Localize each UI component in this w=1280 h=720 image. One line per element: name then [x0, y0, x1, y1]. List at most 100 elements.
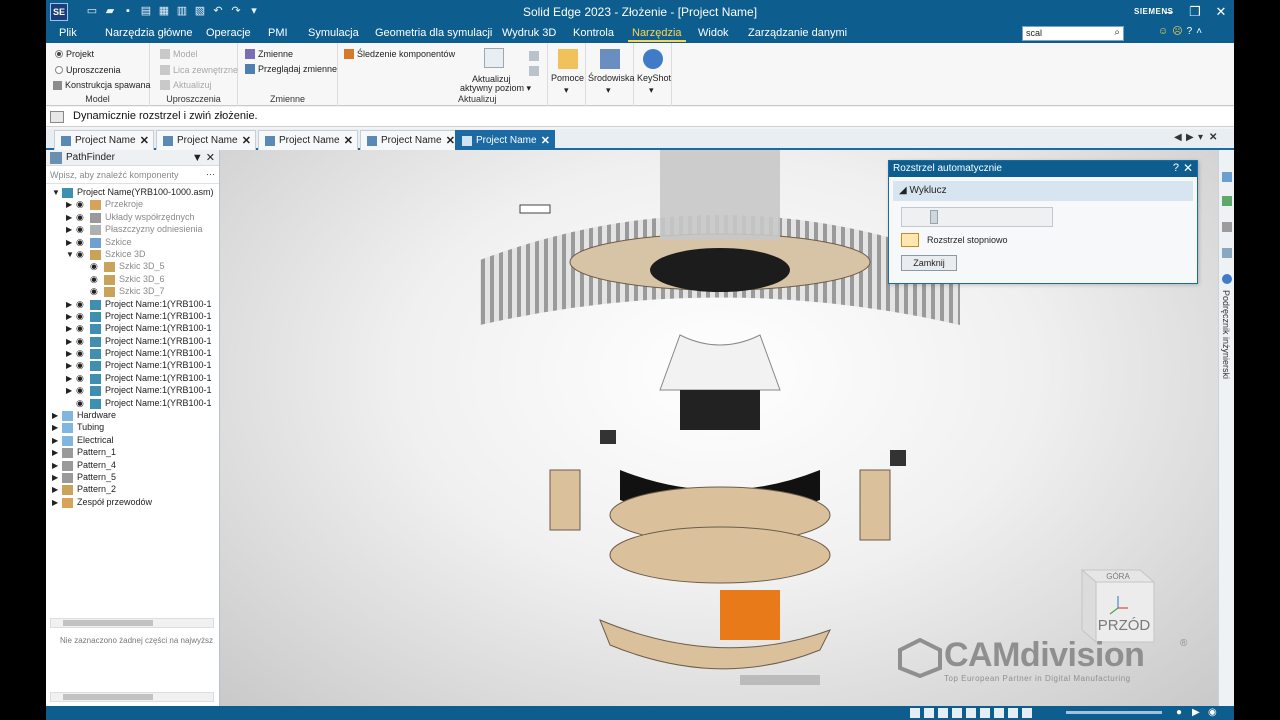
expand-node-icon[interactable]: ▶: [66, 213, 74, 222]
close-window-icon[interactable]: ✕: [1208, 2, 1234, 22]
frown-icon[interactable]: ☹: [1172, 26, 1182, 37]
tree-node[interactable]: ▶ ◉ Project Name:1(YRB100-1: [46, 348, 220, 360]
tree-node[interactable]: ◉ Project Name:1(YRB100-1: [46, 398, 220, 410]
tree-node[interactable]: ▶ Pattern_4: [46, 460, 220, 472]
collapse-node-icon[interactable]: ▼: [52, 188, 60, 197]
tab-zarzadzanie-danymi[interactable]: Zarządzanie danymi: [748, 27, 847, 39]
explode-slider[interactable]: [901, 207, 1053, 227]
stop-icon[interactable]: ◉: [1208, 707, 1217, 718]
visibility-eye-icon[interactable]: ◉: [76, 249, 84, 260]
command-search-input[interactable]: scal ⌕: [1022, 26, 1124, 41]
step-explode-icon[interactable]: [901, 233, 919, 247]
expand-node-icon[interactable]: ▶: [66, 300, 74, 309]
aktualizuj-simplify-button[interactable]: Aktualizuj: [160, 80, 212, 90]
tree-node[interactable]: ▶ ◉ Project Name:1(YRB100-1: [46, 385, 220, 397]
tree-node[interactable]: ▶ Hardware: [46, 410, 220, 422]
command-bar-icon[interactable]: [50, 111, 64, 123]
tree-node[interactable]: ▶ ◉ Szkice: [46, 237, 220, 249]
visibility-eye-icon[interactable]: ◉: [76, 373, 84, 384]
dock-tab-icon-5[interactable]: [1222, 274, 1232, 284]
expand-node-icon[interactable]: ▶: [52, 436, 60, 445]
tree-node[interactable]: ▶ Pattern_2: [46, 484, 220, 496]
tree-node[interactable]: ▶ ◉ Project Name:1(YRB100-1: [46, 336, 220, 348]
expand-node-icon[interactable]: ▶: [66, 225, 74, 234]
visibility-eye-icon[interactable]: ◉: [76, 336, 84, 347]
lica-zewnetrzne-button[interactable]: Lica zewnętrzne: [160, 65, 238, 75]
visibility-eye-icon[interactable]: ◉: [90, 286, 98, 297]
cube-top-label[interactable]: GÓRA: [1106, 572, 1130, 581]
slider-knob[interactable]: [930, 210, 938, 224]
close-tab-icon[interactable]: ✕: [541, 134, 550, 147]
tab-symulacja[interactable]: Symulacja: [308, 27, 359, 39]
podrecznik-inzynierski-tab[interactable]: Podręcznik inżynierski: [1221, 290, 1231, 379]
tree-horizontal-scrollbar[interactable]: [50, 618, 214, 628]
sledzenie-komponentow-button[interactable]: Śledzenie komponentów: [344, 49, 455, 59]
tab-narzedzia[interactable]: Narzędzia: [628, 27, 686, 42]
small-tool-icon-1[interactable]: [529, 51, 539, 61]
update-active-level-icon[interactable]: [484, 48, 504, 68]
scroll-thumb[interactable]: [63, 620, 153, 626]
scroll-thumb[interactable]: [63, 694, 153, 700]
tree-node[interactable]: ▶ ◉ Przekroje: [46, 199, 220, 211]
collapse-ribbon-icon[interactable]: ˄: [1196, 26, 1202, 37]
wyklucz-section[interactable]: ◢ Wyklucz: [893, 181, 1193, 201]
expand-node-icon[interactable]: ▶: [52, 485, 60, 494]
pomoce-button[interactable]: Pomoce: [551, 73, 584, 83]
visibility-eye-icon[interactable]: ◉: [76, 224, 84, 235]
dock-tab-icon-4[interactable]: [1222, 248, 1232, 258]
tab-kontrola[interactable]: Kontrola: [573, 27, 614, 39]
expand-node-icon[interactable]: ▶: [66, 324, 74, 333]
zoom-icon[interactable]: [938, 708, 948, 718]
doc-tab-5-active[interactable]: Project Name ✕: [455, 130, 555, 150]
close-panel-icon[interactable]: ✕: [206, 152, 215, 164]
collapse-node-icon[interactable]: ▼: [66, 250, 74, 259]
pomoce-dropdown-icon[interactable]: ▾: [564, 85, 569, 96]
status-zoom-slider[interactable]: [1066, 711, 1162, 714]
dock-tab-icon-1[interactable]: [1222, 172, 1232, 182]
konstrukcja-spawana-button[interactable]: Konstrukcja spawana: [53, 80, 151, 90]
doc-tab-4[interactable]: Project Name ✕: [360, 130, 460, 150]
tree-node[interactable]: ▶ ◉ Project Name:1(YRB100-1: [46, 311, 220, 323]
srodowiska-icon[interactable]: [600, 49, 620, 69]
visibility-eye-icon[interactable]: ◉: [76, 360, 84, 371]
dialog-close-icon[interactable]: ✕: [1183, 161, 1193, 175]
tree-node[interactable]: ▶ ◉ Project Name:1(YRB100-1: [46, 323, 220, 335]
zoom-area-icon[interactable]: [924, 708, 934, 718]
help-icon[interactable]: ?: [1187, 26, 1193, 37]
expand-node-icon[interactable]: ▶: [66, 374, 74, 383]
views-icon[interactable]: [1022, 708, 1032, 718]
restore-icon[interactable]: ❐: [1182, 2, 1208, 22]
expand-node-icon[interactable]: ▶: [52, 498, 60, 507]
close-tab-icon[interactable]: ✕: [242, 134, 251, 147]
visibility-eye-icon[interactable]: ◉: [90, 274, 98, 285]
expand-node-icon[interactable]: ▶: [52, 448, 60, 457]
srodowiska-dropdown-icon[interactable]: ▾: [606, 85, 611, 96]
rotate-icon[interactable]: [966, 708, 976, 718]
keyshot-button[interactable]: KeyShot: [637, 73, 671, 83]
expand-node-icon[interactable]: ▶: [66, 238, 74, 247]
smiley-icon[interactable]: ☺: [1158, 26, 1168, 37]
tree-node[interactable]: ▶ ◉ Układy współrzędnych: [46, 212, 220, 224]
expand-node-icon[interactable]: ▶: [52, 473, 60, 482]
dock-tab-icon-3[interactable]: [1222, 222, 1232, 232]
expand-node-icon[interactable]: ▶: [66, 386, 74, 395]
fit-view-icon[interactable]: [910, 708, 920, 718]
expand-node-icon[interactable]: ▶: [66, 312, 74, 321]
visibility-eye-icon[interactable]: ◉: [76, 323, 84, 334]
tab-list-icon[interactable]: ▾: [1198, 132, 1203, 143]
doc-tab-2[interactable]: Project Name ✕: [156, 130, 256, 150]
minimize-icon[interactable]: –: [1156, 2, 1182, 22]
search-icon[interactable]: ⌕: [1114, 27, 1120, 38]
visibility-eye-icon[interactable]: ◉: [76, 299, 84, 310]
tree-node[interactable]: ▶ Zespół przewodów: [46, 497, 220, 509]
expand-node-icon[interactable]: ▶: [66, 200, 74, 209]
small-tool-icon-2[interactable]: [529, 66, 539, 76]
tree-node[interactable]: ◉ Szkic 3D_5: [46, 261, 220, 273]
visibility-eye-icon[interactable]: ◉: [76, 212, 84, 223]
expand-node-icon[interactable]: ▶: [52, 411, 60, 420]
visibility-eye-icon[interactable]: ◉: [76, 311, 84, 322]
tree-node[interactable]: ▶ ◉ Płaszczyzny odniesienia: [46, 224, 220, 236]
visibility-eye-icon[interactable]: ◉: [76, 348, 84, 359]
projekt-radio[interactable]: Projekt: [55, 49, 94, 59]
visibility-eye-icon[interactable]: ◉: [90, 261, 98, 272]
